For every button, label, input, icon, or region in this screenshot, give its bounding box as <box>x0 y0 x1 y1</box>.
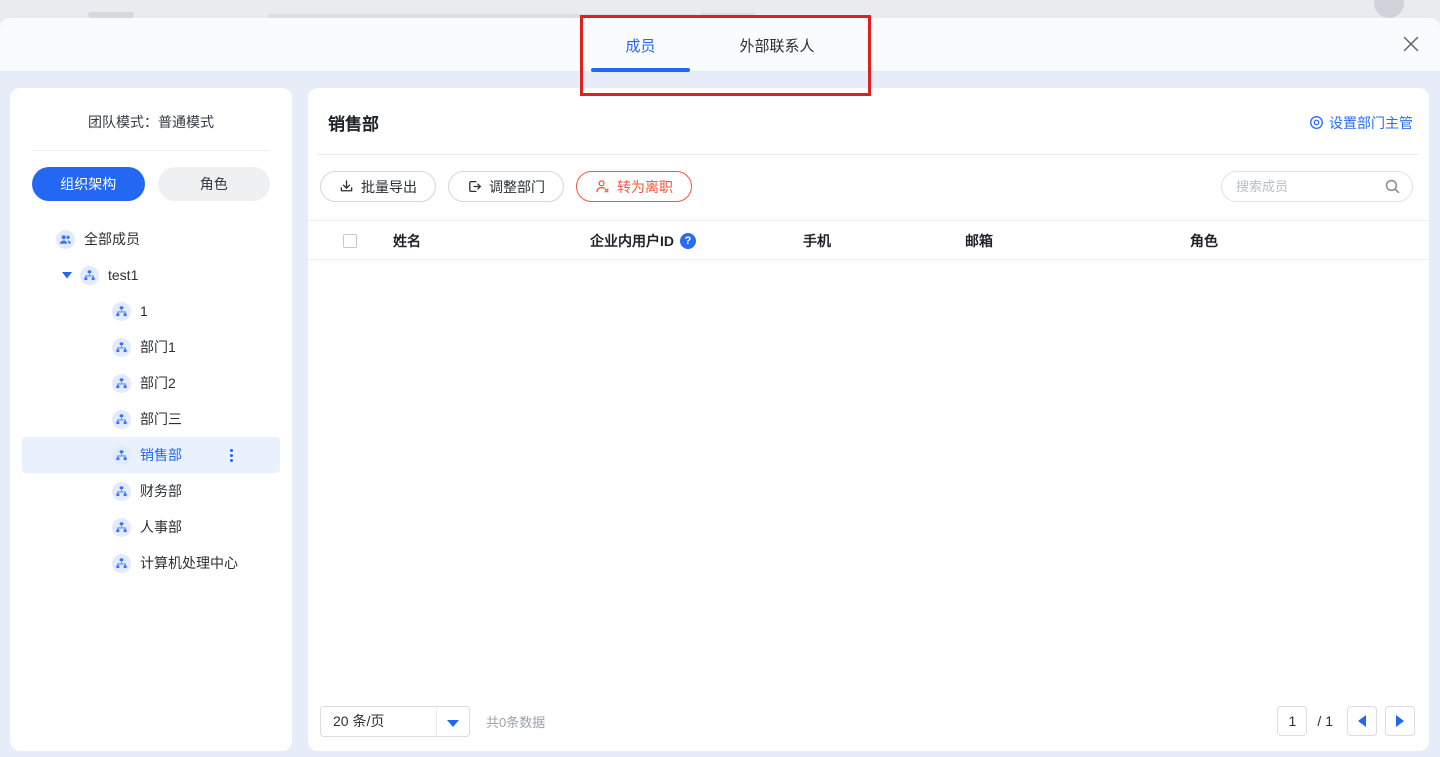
prev-page-button[interactable] <box>1347 706 1377 736</box>
tree-item-label: 全部成员 <box>84 229 140 249</box>
arrow-right-icon <box>1396 715 1404 727</box>
page-title: 销售部 <box>328 110 379 135</box>
search-icon[interactable] <box>1384 178 1401 195</box>
tree-item-dept-finance[interactable]: 财务部 <box>22 473 280 509</box>
avatar <box>1374 0 1404 18</box>
column-header-1: 企业内用户ID? <box>590 221 696 261</box>
modal-header: 成员外部联系人 <box>0 18 1440 72</box>
main-panel: 销售部 设置部门主管 批量导出 <box>308 88 1429 751</box>
page-total-text: / 1 <box>1317 713 1333 729</box>
tree-item-label: test1 <box>108 267 138 283</box>
tree-item-label: 计算机处理中心 <box>140 553 238 573</box>
all-members-icon <box>56 230 75 249</box>
department-icon <box>112 410 131 429</box>
tree-item-label: 部门2 <box>140 373 176 393</box>
department-icon <box>112 302 131 321</box>
roles-button[interactable]: 角色 <box>158 167 271 201</box>
modal-body: 团队模式：普通模式 组织架构 角色 全部成员test11部门1部门2部门三销售部… <box>0 72 1440 757</box>
arrow-left-icon <box>1358 715 1366 727</box>
mark-resigned-button[interactable]: 转为离职 <box>576 171 692 202</box>
department-icon <box>80 266 99 285</box>
contacts-modal: 成员外部联系人 团队模式：普通模式 组织架构 角色 全部成员 test1 1 部门1 部… <box>0 18 1440 757</box>
table-footer: 20 条/页 共0条数据 / 1 <box>308 705 1429 737</box>
sidebar-segmented-buttons: 组织架构 角色 <box>10 151 292 215</box>
column-header-2: 手机 <box>803 221 831 261</box>
tree-item-dept-bumen1[interactable]: 部门1 <box>22 329 280 365</box>
adjust-department-button[interactable]: 调整部门 <box>448 171 564 202</box>
more-options-icon[interactable] <box>222 446 240 464</box>
tree-item-dept-hr[interactable]: 人事部 <box>22 509 280 545</box>
tree-item-label: 财务部 <box>140 481 182 501</box>
department-icon <box>112 482 131 501</box>
set-department-manager-link[interactable]: 设置部门主管 <box>1309 113 1413 133</box>
org-tree: 全部成员 test1 1 部门1 部门2 部门三销售部财务部人事部计算机处理中心 <box>10 215 292 581</box>
sidebar-panel: 团队模式：普通模式 组织架构 角色 全部成员 test1 1 部门1 部门2 部门三销售部… <box>10 88 292 751</box>
close-icon[interactable] <box>1398 32 1424 58</box>
tree-item-label: 销售部 <box>140 445 182 465</box>
download-icon <box>339 179 354 194</box>
page-size-select[interactable]: 20 条/页 <box>320 706 470 737</box>
column-header-4: 角色 <box>1190 221 1218 261</box>
tree-item-label: 人事部 <box>140 517 182 537</box>
caret-down-icon[interactable] <box>60 268 74 282</box>
column-header-0: 姓名 <box>393 221 421 261</box>
page-number-input[interactable] <box>1277 706 1307 736</box>
main-header: 销售部 设置部门主管 <box>308 88 1429 135</box>
tree-item-dept-bumen2[interactable]: 部门2 <box>22 365 280 401</box>
tree-item-dept-computer-center[interactable]: 计算机处理中心 <box>22 545 280 581</box>
batch-export-button[interactable]: 批量导出 <box>320 171 436 202</box>
pagination: / 1 <box>1277 706 1415 736</box>
department-icon <box>112 518 131 537</box>
tab-bar: 成员外部联系人 <box>0 18 1440 72</box>
tree-item-test1[interactable]: test1 <box>22 257 280 293</box>
target-icon <box>1309 115 1324 130</box>
column-header-3: 邮箱 <box>965 221 993 261</box>
tree-item-label: 部门1 <box>140 337 176 357</box>
member-search <box>1221 171 1413 202</box>
total-count-text: 共0条数据 <box>486 712 545 731</box>
table-header: 姓名 企业内用户ID? 手机 邮箱 角色 <box>308 220 1429 260</box>
tree-item-dept-1num[interactable]: 1 <box>22 293 280 329</box>
team-mode-title: 团队模式：普通模式 <box>10 88 292 150</box>
department-icon <box>112 554 131 573</box>
department-icon <box>112 446 131 465</box>
toolbar: 批量导出 调整部门 转为离职 <box>308 155 1429 202</box>
help-icon[interactable]: ? <box>680 233 696 249</box>
tree-item-label: 部门三 <box>140 409 182 429</box>
tab-members[interactable]: 成员 <box>591 18 689 72</box>
tree-item-label: 1 <box>140 303 148 319</box>
tree-item-dept-bumensan[interactable]: 部门三 <box>22 401 280 437</box>
move-out-icon <box>467 179 482 194</box>
chevron-down-icon <box>447 720 459 727</box>
org-structure-button[interactable]: 组织架构 <box>32 167 145 201</box>
tree-item-dept-sales[interactable]: 销售部 <box>22 437 280 473</box>
person-x-icon <box>595 179 610 194</box>
dimmed-background-bar <box>0 0 1440 18</box>
tree-item-all-members[interactable]: 全部成员 <box>22 221 280 257</box>
department-icon <box>112 374 131 393</box>
tab-external-contacts[interactable]: 外部联系人 <box>706 18 849 72</box>
next-page-button[interactable] <box>1385 706 1415 736</box>
department-icon <box>112 338 131 357</box>
set-department-manager-label: 设置部门主管 <box>1329 113 1413 133</box>
select-all-checkbox[interactable] <box>343 234 357 248</box>
